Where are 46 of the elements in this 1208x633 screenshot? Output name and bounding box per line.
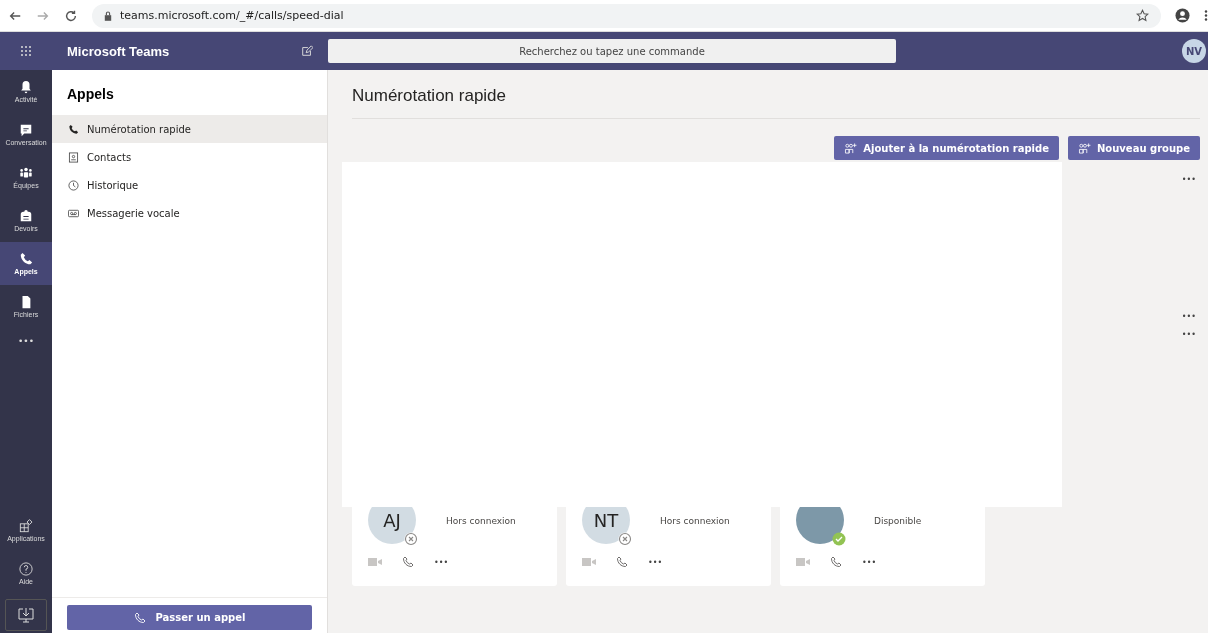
nav-item[interactable]: Contacts [52, 143, 327, 171]
help-icon [19, 562, 33, 576]
lock-icon [104, 10, 112, 21]
app-launcher-icon[interactable] [20, 45, 32, 57]
more-options-button[interactable]: ••• [1181, 312, 1196, 321]
more-options-button[interactable]: ••• [1181, 330, 1196, 339]
search-field[interactable]: Recherchez ou tapez une commande [328, 39, 896, 63]
user-avatar[interactable]: NV [1182, 39, 1206, 63]
account-icon[interactable] [1175, 8, 1190, 23]
page-title: Numérotation rapide [352, 70, 1200, 119]
reload-icon[interactable] [64, 8, 78, 23]
more-options-button[interactable]: ••• [862, 557, 877, 567]
add-people-icon [1077, 142, 1091, 154]
app-title: Microsoft Teams [67, 43, 170, 59]
backpack-icon [19, 209, 33, 223]
download-icon [18, 607, 34, 623]
add-button[interactable]: Ajouter à la numérotation rapide [834, 136, 1059, 160]
more-apps-button[interactable]: ••• [18, 336, 34, 346]
star-icon[interactable] [1136, 9, 1149, 22]
clock-icon [68, 179, 79, 191]
phone-icon [68, 123, 79, 135]
more-options-button[interactable]: ••• [648, 557, 663, 567]
download-app-button[interactable] [5, 599, 47, 631]
phone-icon[interactable] [616, 556, 628, 568]
more-options-button[interactable]: ••• [434, 557, 449, 567]
compose-icon[interactable] [301, 45, 313, 57]
chat-icon [19, 123, 33, 137]
nav-item[interactable]: Historique [52, 171, 327, 199]
add-button[interactable]: Nouveau groupe [1067, 136, 1200, 160]
phone-icon[interactable] [402, 556, 414, 568]
panel-title: Appels [66, 85, 115, 104]
contact-card-icon [68, 151, 79, 163]
more-options-button[interactable]: ••• [1181, 175, 1196, 184]
voicemail-icon [68, 207, 79, 219]
nav-item[interactable]: Messagerie vocale [52, 199, 327, 227]
phone-icon[interactable] [830, 556, 842, 568]
address-bar[interactable]: teams.microsoft.com/_#/calls/speed-dial [92, 3, 1161, 28]
call-button[interactable]: Passer un appel [67, 605, 312, 630]
nav-item[interactable]: Numérotation rapide [52, 115, 327, 143]
apps-icon [19, 519, 33, 533]
add-people-icon [844, 142, 858, 154]
phone-icon [19, 252, 33, 266]
menu-icon[interactable] [1204, 9, 1208, 22]
phone-icon [133, 611, 146, 624]
bell-icon [19, 80, 33, 94]
people-icon [19, 166, 33, 180]
